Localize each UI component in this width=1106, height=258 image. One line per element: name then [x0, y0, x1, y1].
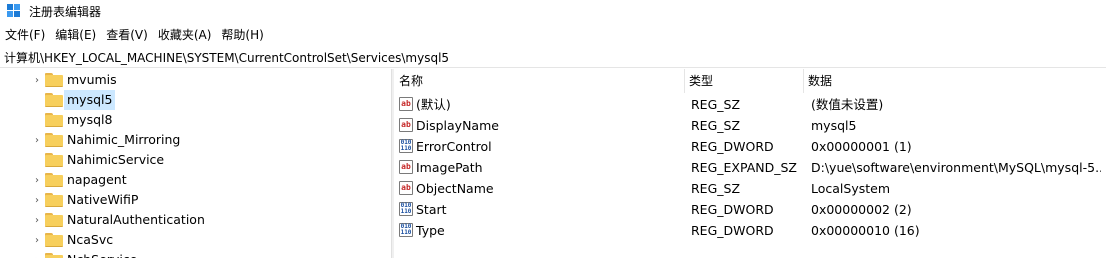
folder-icon: [45, 193, 63, 207]
tree-item[interactable]: › NcaSvc: [0, 230, 390, 250]
value-type: REG_DWORD: [691, 202, 774, 217]
key-tree[interactable]: › mvumis mysql5 mysql8 › Nahimic_Mirroring Nah…: [0, 69, 390, 258]
tree-item-label: mysql5: [64, 90, 116, 110]
chevron-right-icon[interactable]: ›: [33, 210, 41, 230]
value-type: REG_SZ: [691, 181, 741, 196]
value-data: D:\yue\software\environment\MySQL\mysql-…: [811, 160, 1101, 175]
tree-item-label: napagent: [67, 172, 127, 187]
column-header-name[interactable]: 名称: [395, 69, 685, 93]
menu-view[interactable]: 查看(V): [101, 25, 153, 45]
string-value-icon: ab: [399, 97, 413, 111]
folder-icon: [45, 213, 63, 227]
value-type: REG_SZ: [691, 118, 741, 133]
tree-item-label: mvumis: [67, 72, 117, 87]
value-data: 0x00000001 (1): [811, 139, 912, 154]
binary-value-icon: 010 110: [399, 139, 413, 153]
tree-item-label: NcaSvc: [67, 232, 114, 247]
folder-icon: [45, 133, 63, 147]
value-name: (默认): [416, 97, 451, 112]
chevron-right-icon[interactable]: ›: [33, 230, 41, 250]
binary-value-icon: 010 110: [399, 202, 413, 216]
string-value-icon: ab: [399, 118, 413, 132]
value-row[interactable]: 010 110 ErrorControl REG_DWORD 0x00000001 (1…: [395, 136, 1106, 157]
menu-bar: 文件(F) 编辑(E) 查看(V) 收藏夹(A) 帮助(H): [0, 25, 269, 45]
value-type: REG_DWORD: [691, 223, 774, 238]
value-row[interactable]: ab ObjectName REG_SZ LocalSystem: [395, 178, 1106, 199]
folder-icon: [45, 93, 63, 107]
tree-item[interactable]: › NaturalAuthentication: [0, 210, 390, 230]
value-name: DisplayName: [416, 118, 499, 133]
chevron-right-icon[interactable]: ›: [33, 190, 41, 210]
folder-icon: [45, 113, 63, 127]
value-data: 0x00000002 (2): [811, 202, 912, 217]
value-row[interactable]: ab DisplayName REG_SZ mysql5: [395, 115, 1106, 136]
chevron-right-icon[interactable]: ›: [33, 70, 41, 90]
title-bar: 注册表编辑器: [0, 0, 1106, 22]
column-header-type[interactable]: 类型: [685, 69, 804, 93]
tree-item-label: NahimicService: [67, 152, 165, 167]
chevron-right-icon[interactable]: ›: [33, 250, 41, 258]
menu-help[interactable]: 帮助(H): [216, 25, 268, 45]
pane-splitter[interactable]: [391, 69, 394, 258]
folder-icon: [45, 173, 63, 187]
tree-item-label: NaturalAuthentication: [67, 212, 205, 227]
tree-item[interactable]: › NativeWifiP: [0, 190, 390, 210]
binary-value-icon: 010 110: [399, 223, 413, 237]
string-value-icon: ab: [399, 160, 413, 174]
value-type: REG_SZ: [691, 97, 741, 112]
menu-edit[interactable]: 编辑(E): [50, 25, 101, 45]
folder-icon: [45, 153, 63, 167]
value-row[interactable]: ab ImagePath REG_EXPAND_SZ D:\yue\software\…: [395, 157, 1106, 178]
value-type: REG_EXPAND_SZ: [691, 160, 797, 175]
value-name: ImagePath: [416, 160, 483, 175]
registry-icon: [7, 4, 21, 18]
chevron-right-icon[interactable]: ›: [33, 130, 41, 150]
value-type: REG_DWORD: [691, 139, 774, 154]
value-row[interactable]: 010 110 Start REG_DWORD 0x00000002 (2): [395, 199, 1106, 220]
chevron-right-icon[interactable]: ›: [33, 170, 41, 190]
value-data: (数值未设置): [811, 97, 884, 112]
tree-item[interactable]: › napagent: [0, 170, 390, 190]
tree-item-label: mysql8: [67, 112, 113, 127]
value-name: Start: [416, 202, 447, 217]
value-name: Type: [416, 223, 445, 238]
value-name: ObjectName: [416, 181, 494, 196]
tree-item[interactable]: mysql8: [0, 110, 390, 130]
tree-item[interactable]: mysql5: [0, 90, 390, 110]
values-list: 名称 类型 数据 ab (默认) REG_SZ (数值未设置) ab DisplayNam…: [395, 69, 1106, 258]
tree-item-label: NativeWifiP: [67, 192, 139, 207]
value-name: ErrorControl: [416, 139, 492, 154]
string-value-icon: ab: [399, 181, 413, 195]
value-data: 0x00000010 (16): [811, 223, 920, 238]
folder-icon: [45, 233, 63, 247]
folder-icon: [45, 73, 63, 87]
value-data: LocalSystem: [811, 181, 891, 196]
tree-item[interactable]: › NcbService: [0, 250, 390, 258]
menu-file[interactable]: 文件(F): [0, 25, 50, 45]
tree-item-label: Nahimic_Mirroring: [67, 132, 181, 147]
window-title: 注册表编辑器: [29, 4, 102, 19]
folder-icon: [45, 253, 63, 258]
menu-favorites[interactable]: 收藏夹(A): [153, 25, 217, 45]
value-row[interactable]: ab (默认) REG_SZ (数值未设置): [395, 94, 1106, 115]
tree-item[interactable]: NahimicService: [0, 150, 390, 170]
value-data: mysql5: [811, 118, 857, 133]
column-header-data[interactable]: 数据: [804, 69, 1106, 93]
value-row[interactable]: 010 110 Type REG_DWORD 0x00000010 (16): [395, 220, 1106, 241]
tree-item[interactable]: › Nahimic_Mirroring: [0, 130, 390, 150]
address-bar[interactable]: 计算机\HKEY_LOCAL_MACHINE\SYSTEM\CurrentCon…: [0, 48, 1106, 68]
tree-item[interactable]: › mvumis: [0, 70, 390, 90]
tree-item-label: NcbService: [64, 250, 140, 258]
